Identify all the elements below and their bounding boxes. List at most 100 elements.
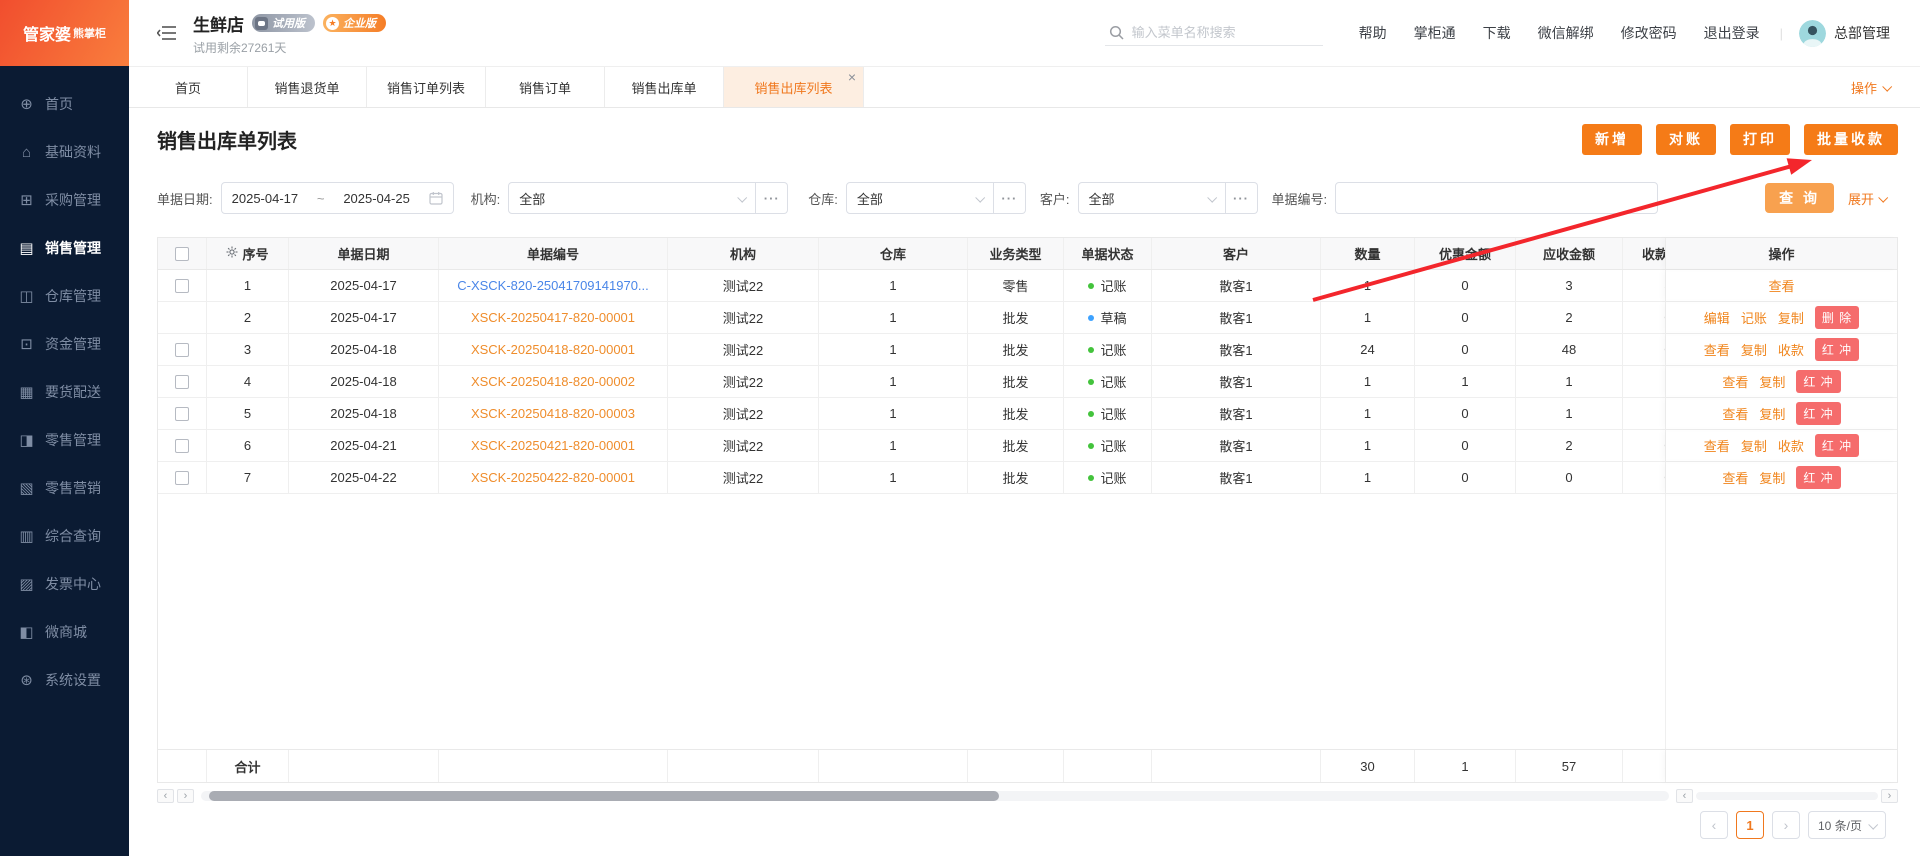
user-name[interactable]: 总部管理 xyxy=(1834,23,1890,43)
row-action-button[interactable]: 删 除 xyxy=(1814,306,1860,329)
row-action-button[interactable]: 红 冲 xyxy=(1796,402,1841,425)
date-value: 2025-04-22 xyxy=(330,470,397,485)
row-action-button[interactable]: 红 冲 xyxy=(1814,338,1860,361)
warehouse-more-button[interactable]: ··· xyxy=(993,182,1026,214)
tab-item[interactable]: 销售订单 xyxy=(486,67,605,107)
fixed-scrollbar-track[interactable] xyxy=(1696,792,1878,800)
sidebar-item[interactable]: ◧ 微商城 xyxy=(0,608,129,656)
sidebar-item[interactable]: ◫ 仓库管理 xyxy=(0,272,129,320)
row-action-button[interactable]: 复制 xyxy=(1759,468,1785,487)
topbar-menu-item[interactable]: 下载 xyxy=(1483,23,1511,43)
select-all-checkbox[interactable] xyxy=(175,246,189,261)
row-action-button[interactable]: 复制 xyxy=(1741,436,1767,455)
doc-no-link[interactable]: XSCK-20250418-820-00001 xyxy=(471,342,635,357)
scroll-left-icon[interactable]: ‹ xyxy=(1676,789,1693,803)
toolbar-button[interactable]: 对账 xyxy=(1656,123,1716,155)
tab-item[interactable]: 销售订单列表 xyxy=(367,67,486,107)
scroll-left-icon[interactable]: ‹ xyxy=(157,789,174,803)
page-size-select[interactable]: 10 条/页 xyxy=(1807,811,1886,839)
sidebar-item[interactable]: ⊞ 采购管理 xyxy=(0,176,129,224)
doc-no-input[interactable] xyxy=(1335,182,1659,214)
date-from-value[interactable]: 2025-04-17 xyxy=(232,191,299,206)
warehouse-select[interactable]: 全部 xyxy=(845,182,994,214)
customer-more-button[interactable]: ··· xyxy=(1225,182,1258,214)
row-action-button[interactable]: 记账 xyxy=(1741,308,1767,327)
row-action-button[interactable]: 查看 xyxy=(1768,276,1794,295)
doc-no-link[interactable]: XSCK-20250418-820-00003 xyxy=(471,406,635,421)
avatar[interactable] xyxy=(1799,19,1826,47)
row-checkbox[interactable] xyxy=(175,470,189,485)
topbar-menu-item[interactable]: 修改密码 xyxy=(1621,23,1677,43)
row-action-button[interactable]: 查看 xyxy=(1722,404,1748,423)
row-checkbox[interactable] xyxy=(175,438,189,453)
row-action-button[interactable]: 复制 xyxy=(1759,372,1785,391)
next-page-button[interactable]: › xyxy=(1771,811,1800,839)
row-action-button[interactable]: 查看 xyxy=(1704,436,1730,455)
sidebar-item[interactable]: ▨ 发票中心 xyxy=(0,560,129,608)
tab-item[interactable]: 首页 xyxy=(129,67,248,107)
row-action-button[interactable]: 复制 xyxy=(1741,340,1767,359)
org-more-button[interactable]: ··· xyxy=(756,182,789,214)
row-action-button[interactable]: 复制 xyxy=(1759,404,1785,423)
doc-no-link[interactable]: XSCK-20250422-820-00001 xyxy=(471,470,635,485)
topbar-menu-item[interactable]: 退出登录 xyxy=(1704,23,1760,43)
scrollbar-thumb[interactable] xyxy=(209,791,999,801)
sidebar-item[interactable]: ⊛ 系统设置 xyxy=(0,656,129,704)
sidebar-item[interactable]: ⊕ 首页 xyxy=(0,80,129,128)
row-action-button[interactable]: 红 冲 xyxy=(1814,434,1860,457)
tab-item[interactable]: 销售退货单 xyxy=(248,67,367,107)
topbar-menu-item[interactable]: 帮助 xyxy=(1359,23,1387,43)
row-action-button[interactable]: 红 冲 xyxy=(1796,370,1841,393)
row-action-button[interactable]: 红 冲 xyxy=(1796,466,1841,489)
org-select[interactable]: 全部 xyxy=(508,182,757,214)
tab-item[interactable]: 销售出库单 xyxy=(605,67,724,107)
date-range-picker[interactable]: 2025-04-17 ~ 2025-04-25 xyxy=(220,182,454,214)
row-checkbox[interactable] xyxy=(175,406,189,421)
expand-toggle[interactable]: 展开 xyxy=(1848,189,1889,208)
sidebar-item[interactable]: ▥ 综合查询 xyxy=(0,512,129,560)
topbar-menu-item[interactable]: 掌柜通 xyxy=(1414,23,1456,43)
row-action-button[interactable]: 查看 xyxy=(1722,372,1748,391)
operation-dropdown[interactable]: 操作 xyxy=(1851,67,1920,107)
scrollbar-track[interactable] xyxy=(201,791,1669,801)
row-action-button[interactable]: 复制 xyxy=(1778,308,1804,327)
row-checkbox[interactable] xyxy=(175,342,189,357)
prev-page-button[interactable]: ‹ xyxy=(1699,811,1728,839)
row-action-button[interactable]: 收款 xyxy=(1778,436,1804,455)
topbar-menu-item[interactable]: 微信解绑 xyxy=(1538,23,1594,43)
page-number-button[interactable]: 1 xyxy=(1735,811,1764,839)
seq-value: 7 xyxy=(243,470,252,485)
collapse-menu-icon[interactable] xyxy=(157,25,177,41)
close-icon[interactable]: × xyxy=(848,69,856,85)
toolbar-button[interactable]: 批量收款 xyxy=(1804,123,1898,155)
doc-no-link[interactable]: XSCK-20250421-820-00001 xyxy=(471,438,635,453)
delivery-icon: ▦ xyxy=(19,384,34,401)
scroll-right-icon[interactable]: › xyxy=(1881,789,1898,803)
query-button[interactable]: 查 询 xyxy=(1765,183,1834,213)
customer-select-group: 全部 ··· xyxy=(1077,182,1258,214)
date-filter-label: 单据日期: xyxy=(157,191,213,207)
sidebar-item[interactable]: ▧ 零售营销 xyxy=(0,464,129,512)
row-checkbox[interactable] xyxy=(175,374,189,389)
row-action-button[interactable]: 查看 xyxy=(1722,468,1748,487)
sidebar-item[interactable]: ◨ 零售管理 xyxy=(0,416,129,464)
date-to-value[interactable]: 2025-04-25 xyxy=(343,191,410,206)
row-checkbox[interactable] xyxy=(175,278,189,293)
doc-no-link[interactable]: XSCK-20250417-820-00001 xyxy=(471,310,635,325)
search-input[interactable] xyxy=(1131,25,1319,40)
toolbar-button[interactable]: 新增 xyxy=(1582,123,1642,155)
doc-no-link[interactable]: C-XSCK-820-25041709141970... xyxy=(457,278,649,293)
scroll-right-icon[interactable]: › xyxy=(177,789,194,803)
gear-icon[interactable] xyxy=(226,246,238,261)
tab-item[interactable]: 销售出库列表 × xyxy=(724,67,864,107)
row-action-button[interactable]: 收款 xyxy=(1778,340,1804,359)
sidebar-item[interactable]: ▦ 要货配送 xyxy=(0,368,129,416)
row-action-button[interactable]: 编辑 xyxy=(1704,308,1730,327)
row-action-button[interactable]: 查看 xyxy=(1704,340,1730,359)
sidebar-item[interactable]: ⌂ 基础资料 xyxy=(0,128,129,176)
doc-no-link[interactable]: XSCK-20250418-820-00002 xyxy=(471,374,635,389)
customer-select[interactable]: 全部 xyxy=(1077,182,1226,214)
sidebar-item[interactable]: ▤ 销售管理 xyxy=(0,224,129,272)
toolbar-button[interactable]: 打印 xyxy=(1730,123,1790,155)
sidebar-item[interactable]: ⊡ 资金管理 xyxy=(0,320,129,368)
